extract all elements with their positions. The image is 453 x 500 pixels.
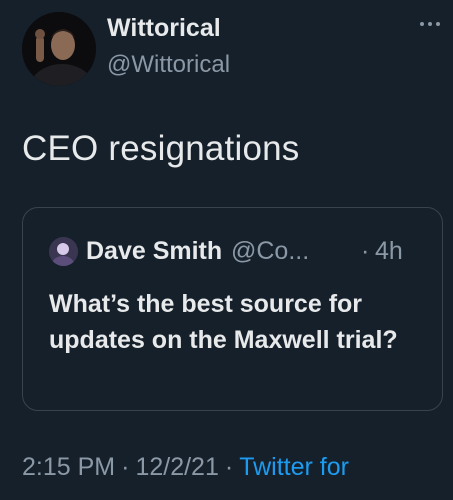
quoted-tweet-text: What’s the best source for updates on th…: [49, 290, 398, 354]
tweet-metadata: 2:15 PM · 12/2/21 · Twitter for: [22, 453, 349, 482]
meta-separator: ·: [121, 453, 130, 481]
quoted-author-avatar[interactable]: [49, 237, 78, 266]
quoted-separator: ·: [361, 237, 370, 265]
tweet-text: CEO resignations: [22, 129, 300, 168]
author-avatar[interactable]: [22, 12, 96, 86]
quoted-tweet-card[interactable]: Dave Smith @Co... · 4h What’s the best s…: [22, 207, 443, 411]
author-handle[interactable]: @Wittorical: [107, 51, 230, 79]
author-display-name[interactable]: Wittorical: [107, 14, 221, 43]
more-horizontal-icon[interactable]: [417, 14, 443, 34]
tweet-time[interactable]: 2:15 PM: [22, 453, 115, 481]
meta-separator: ·: [224, 453, 234, 481]
tweet-detail: Wittorical @Wittorical CEO resignations …: [0, 0, 453, 500]
quoted-author-avatar-image: [49, 237, 78, 266]
tweet-source-link[interactable]: Twitter for: [239, 453, 349, 481]
quoted-author-handle[interactable]: @Co...: [231, 237, 309, 266]
author-avatar-image: [22, 12, 96, 86]
quoted-author-name[interactable]: Dave Smith: [86, 237, 222, 266]
tweet-date[interactable]: 12/2/21: [135, 453, 218, 481]
quoted-timestamp[interactable]: 4h: [375, 237, 403, 266]
